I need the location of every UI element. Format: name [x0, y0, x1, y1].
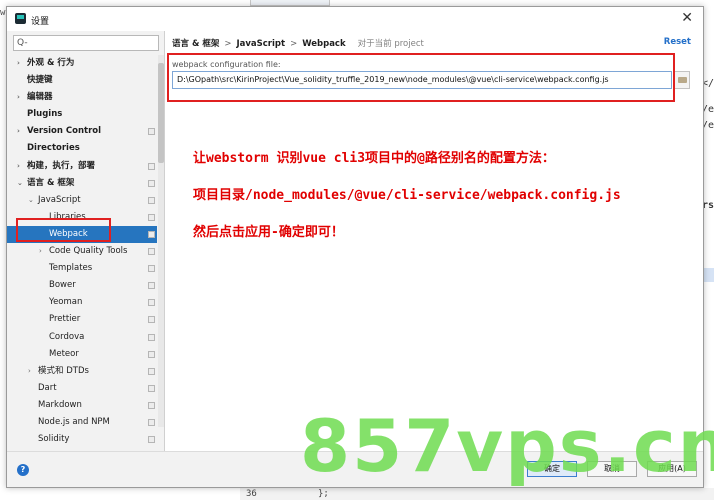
sidebar-item-label: Bower [49, 280, 76, 291]
annotation-text: 让webstorm 识别vue cli3项目中的@路径别名的配置方法： [193, 151, 555, 166]
sidebar-item[interactable]: Markdown [7, 397, 157, 414]
watermark: 857vps.cn [300, 404, 714, 488]
line-number: 36 [246, 489, 257, 499]
chevron-right-icon[interactable]: › [28, 363, 31, 380]
project-scope-hint: 对于当前 project [357, 39, 424, 49]
project-settings-icon [148, 282, 155, 290]
project-settings-icon [148, 230, 155, 238]
reset-link[interactable]: Reset [664, 37, 691, 47]
sidebar-item[interactable]: ⌄ 语言 & 框架 [7, 175, 157, 192]
background-code-line: 36 }; [240, 488, 714, 500]
sidebar-item[interactable]: › 编辑器 [7, 89, 157, 106]
sidebar-item-label: Solidity [38, 434, 70, 445]
project-settings-icon [148, 436, 155, 444]
breadcrumb-item: JavaScript [236, 39, 286, 49]
sidebar-item-label: Cordova [49, 331, 85, 342]
close-icon[interactable]: ✕ [681, 10, 693, 26]
browse-folder-icon[interactable] [674, 71, 690, 89]
sidebar-item[interactable]: Meteor [7, 346, 157, 363]
chevron-right-icon[interactable]: › [39, 243, 42, 260]
sidebar-item[interactable]: › 构建，执行，部署 [7, 158, 157, 175]
settings-tree: › 外观 & 行为 快捷键 › 编辑器 Plugins › Version Control Di… [7, 55, 157, 465]
sidebar-item-label: 构建，执行，部署 [27, 160, 96, 171]
sidebar-item[interactable]: › Code Quality Tools [7, 243, 157, 260]
sidebar-item-label: Templates [49, 263, 93, 274]
dialog-title: 设置 [31, 17, 50, 27]
title-bar: 设置 ✕ [7, 7, 703, 31]
sidebar-item-label: Meteor [49, 348, 79, 359]
sidebar-item[interactable]: Node.js and NPM [7, 414, 157, 431]
sidebar-item[interactable]: Dart [7, 380, 157, 397]
sidebar-item-label: Dart [38, 382, 57, 393]
breadcrumb-separator: > [224, 39, 232, 49]
project-settings-icon [148, 196, 155, 204]
project-settings-icon [148, 162, 155, 170]
sidebar-item-label: Directories [27, 143, 80, 154]
breadcrumb-separator: > [290, 39, 298, 49]
sidebar-item-label: Code Quality Tools [49, 246, 128, 257]
project-settings-icon [148, 265, 155, 273]
highlight-box [16, 218, 111, 242]
project-settings-icon [148, 350, 155, 358]
chevron-right-icon[interactable]: › [17, 55, 20, 72]
sidebar-item-label: 语言 & 框架 [27, 177, 75, 188]
help-icon[interactable]: ? [17, 464, 29, 476]
background-left-fragment: w [0, 8, 6, 18]
project-settings-icon [148, 401, 155, 409]
sidebar-item[interactable]: Bower [7, 277, 157, 294]
sidebar-item-label: Markdown [38, 399, 82, 410]
scrollbar-thumb[interactable] [158, 63, 164, 163]
chevron-down-icon[interactable]: ⌄ [28, 192, 34, 209]
project-settings-icon [148, 384, 155, 392]
sidebar-item[interactable]: ⌄ JavaScript [7, 192, 157, 209]
breadcrumb-item: Webpack [302, 39, 346, 49]
sidebar-item[interactable]: Plugins [7, 106, 157, 123]
project-settings-icon [148, 248, 155, 256]
project-settings-icon [148, 128, 155, 136]
sidebar-item-label: Yeoman [49, 297, 83, 308]
project-settings-icon [148, 179, 155, 187]
sidebar-item-label: Prettier [49, 314, 81, 325]
sidebar-item-label: 编辑器 [27, 92, 53, 103]
sidebar-item-label: 模式和 DTDs [38, 365, 89, 376]
breadcrumb-item: 语言 & 框架 [172, 39, 220, 49]
sidebar-item[interactable]: › 模式和 DTDs [7, 363, 157, 380]
sidebar-item-label: 快捷键 [27, 75, 53, 86]
sidebar-item[interactable]: Solidity [7, 431, 157, 448]
chevron-right-icon[interactable]: › [17, 158, 20, 175]
chevron-right-icon[interactable]: › [17, 89, 20, 106]
sidebar-item[interactable]: Directories [7, 140, 157, 157]
sidebar-item-label: Plugins [27, 109, 63, 120]
code-text: }; [318, 489, 329, 499]
chevron-right-icon[interactable]: › [17, 123, 20, 140]
highlight-box [167, 53, 675, 102]
sidebar-item[interactable]: Yeoman [7, 294, 157, 311]
sidebar-item[interactable]: › Version Control [7, 123, 157, 140]
sidebar-item[interactable]: Templates [7, 260, 157, 277]
sidebar-scrollbar[interactable] [158, 55, 164, 427]
sidebar-item[interactable]: Cordova [7, 329, 157, 346]
breadcrumb: 语言 & 框架 > JavaScript > Webpack 对于当前 project [172, 37, 424, 49]
project-settings-icon [148, 316, 155, 324]
sidebar-item-label: Version Control [27, 126, 102, 137]
project-settings-icon [148, 213, 155, 221]
project-settings-icon [148, 299, 155, 307]
sidebar-item[interactable]: Prettier [7, 311, 157, 328]
sidebar-item[interactable]: › 外观 & 行为 [7, 55, 157, 72]
project-settings-icon [148, 418, 155, 426]
webstorm-logo-icon [15, 13, 26, 24]
project-settings-icon [148, 367, 155, 375]
chevron-down-icon[interactable]: ⌄ [17, 175, 23, 192]
sidebar-item-label: 外观 & 行为 [27, 58, 75, 68]
search-input[interactable]: Q- [13, 35, 159, 51]
annotation-text: 然后点击应用-确定即可！ [193, 225, 344, 240]
annotation-text: 项目目录/node_modules/@vue/cli-service/webpa… [193, 188, 621, 203]
sidebar-item[interactable]: 快捷键 [7, 72, 157, 89]
sidebar-item-label: JavaScript [38, 194, 81, 205]
search-icon: Q- [17, 38, 28, 48]
sidebar-item-label: Node.js and NPM [38, 416, 110, 427]
project-settings-icon [148, 333, 155, 341]
